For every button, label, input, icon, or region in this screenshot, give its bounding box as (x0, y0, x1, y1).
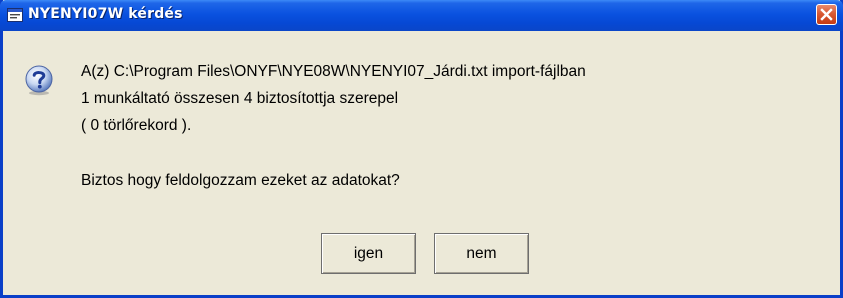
app-window-icon (7, 8, 23, 22)
question-icon (25, 65, 53, 96)
no-button[interactable]: nem (434, 233, 529, 274)
window-title: NYENYI07W kérdés (28, 6, 183, 22)
message-line-1: A(z) C:\Program Files\ONYF\NYE08W\NYENYI… (81, 63, 586, 80)
yes-button[interactable]: igen (321, 233, 416, 274)
title-bar[interactable]: NYENYI07W kérdés (0, 0, 843, 31)
message-line-3: ( 0 törlőrekord ). (81, 117, 192, 134)
close-icon (820, 8, 833, 21)
close-button[interactable] (816, 4, 837, 25)
confirmation-question: Biztos hogy feldolgozzam ezeket az adato… (81, 172, 400, 189)
dialog-window: NYENYI07W kérdés A(z) C:\Program Files\O… (0, 0, 843, 298)
message-line-2: 1 munkáltató összesen 4 biztosítottja sz… (81, 90, 399, 107)
